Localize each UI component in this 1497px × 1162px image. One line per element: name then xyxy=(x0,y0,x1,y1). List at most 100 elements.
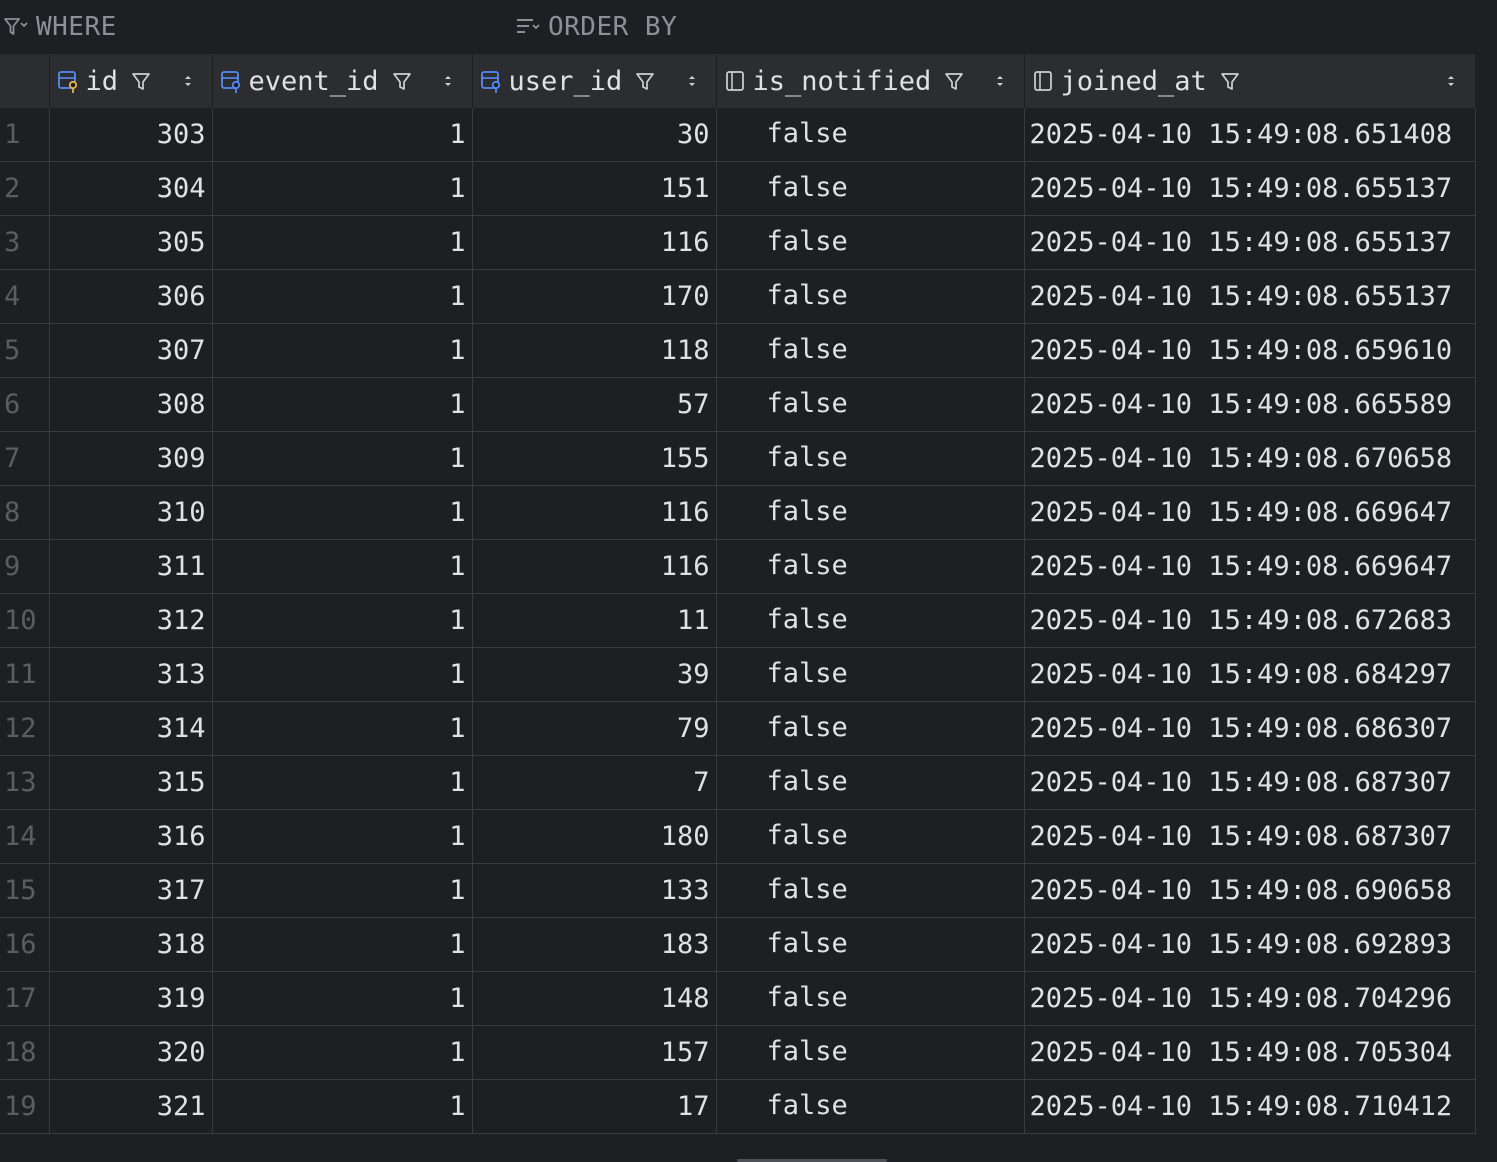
cell-is-notified[interactable]: false xyxy=(716,161,1025,216)
column-filter-icon[interactable] xyxy=(130,70,152,92)
table-row[interactable]: 8 310 1 116 false 2025-04-10 15:49:08.66… xyxy=(0,485,1476,540)
cell-event-id[interactable]: 1 xyxy=(212,809,473,864)
order-by-filter[interactable]: ORDER BY xyxy=(514,10,677,44)
table-row[interactable]: 12 314 1 79 false 2025-04-10 15:49:08.68… xyxy=(0,701,1476,756)
sort-toggle-icon[interactable] xyxy=(994,71,1006,91)
cell-event-id[interactable]: 1 xyxy=(212,971,473,1026)
cell-event-id[interactable]: 1 xyxy=(212,108,473,162)
cell-event-id[interactable]: 1 xyxy=(212,593,473,648)
cell-is-notified[interactable]: false xyxy=(716,539,1025,594)
cell-joined-at[interactable]: 2025-04-10 15:49:08.655137 xyxy=(1024,269,1476,324)
column-header-user-id[interactable]: user_id xyxy=(472,54,717,108)
cell-user-id[interactable]: 157 xyxy=(472,1025,717,1080)
cell-joined-at[interactable]: 2025-04-10 15:49:08.669647 xyxy=(1024,539,1476,594)
cell-id[interactable]: 314 xyxy=(49,701,213,756)
cell-is-notified[interactable]: false xyxy=(716,215,1025,270)
cell-id[interactable]: 317 xyxy=(49,863,213,918)
column-header-event-id[interactable]: event_id xyxy=(212,54,473,108)
cell-event-id[interactable]: 1 xyxy=(212,1025,473,1080)
cell-joined-at[interactable]: 2025-04-10 15:49:08.705304 xyxy=(1024,1025,1476,1080)
cell-event-id[interactable]: 1 xyxy=(212,917,473,972)
cell-user-id[interactable]: 151 xyxy=(472,161,717,216)
cell-joined-at[interactable]: 2025-04-10 15:49:08.672683 xyxy=(1024,593,1476,648)
cell-user-id[interactable]: 116 xyxy=(472,539,717,594)
cell-event-id[interactable]: 1 xyxy=(212,863,473,918)
table-row[interactable]: 19 321 1 17 false 2025-04-10 15:49:08.71… xyxy=(0,1079,1476,1134)
cell-is-notified[interactable]: false xyxy=(716,323,1025,378)
cell-id[interactable]: 313 xyxy=(49,647,213,702)
cell-is-notified[interactable]: false xyxy=(716,647,1025,702)
cell-event-id[interactable]: 1 xyxy=(212,647,473,702)
cell-user-id[interactable]: 183 xyxy=(472,917,717,972)
column-filter-icon[interactable] xyxy=(634,70,656,92)
cell-joined-at[interactable]: 2025-04-10 15:49:08.684297 xyxy=(1024,647,1476,702)
table-row[interactable]: 14 316 1 180 false 2025-04-10 15:49:08.6… xyxy=(0,809,1476,864)
cell-user-id[interactable]: 11 xyxy=(472,593,717,648)
cell-user-id[interactable]: 17 xyxy=(472,1079,717,1134)
cell-user-id[interactable]: 116 xyxy=(472,485,717,540)
cell-id[interactable]: 318 xyxy=(49,917,213,972)
cell-user-id[interactable]: 7 xyxy=(472,755,717,810)
cell-id[interactable]: 319 xyxy=(49,971,213,1026)
cell-is-notified[interactable]: false xyxy=(716,701,1025,756)
where-filter[interactable]: WHERE xyxy=(2,10,117,44)
table-row[interactable]: 9 311 1 116 false 2025-04-10 15:49:08.66… xyxy=(0,539,1476,594)
cell-id[interactable]: 320 xyxy=(49,1025,213,1080)
column-filter-icon[interactable] xyxy=(1219,70,1241,92)
cell-event-id[interactable]: 1 xyxy=(212,431,473,486)
cell-user-id[interactable]: 39 xyxy=(472,647,717,702)
cell-user-id[interactable]: 155 xyxy=(472,431,717,486)
cell-event-id[interactable]: 1 xyxy=(212,323,473,378)
cell-id[interactable]: 311 xyxy=(49,539,213,594)
cell-is-notified[interactable]: false xyxy=(716,485,1025,540)
table-row[interactable]: 3 305 1 116 false 2025-04-10 15:49:08.65… xyxy=(0,215,1476,270)
sort-toggle-icon[interactable] xyxy=(442,71,454,91)
cell-is-notified[interactable]: false xyxy=(716,593,1025,648)
cell-id[interactable]: 321 xyxy=(49,1079,213,1134)
table-row[interactable]: 13 315 1 7 false 2025-04-10 15:49:08.687… xyxy=(0,755,1476,810)
cell-id[interactable]: 309 xyxy=(49,431,213,486)
cell-id[interactable]: 312 xyxy=(49,593,213,648)
cell-id[interactable]: 304 xyxy=(49,161,213,216)
cell-is-notified[interactable]: false xyxy=(716,377,1025,432)
cell-event-id[interactable]: 1 xyxy=(212,539,473,594)
cell-joined-at[interactable]: 2025-04-10 15:49:08.651408 xyxy=(1024,108,1476,162)
cell-joined-at[interactable]: 2025-04-10 15:49:08.655137 xyxy=(1024,215,1476,270)
cell-is-notified[interactable]: false xyxy=(716,809,1025,864)
cell-is-notified[interactable]: false xyxy=(716,108,1025,162)
cell-user-id[interactable]: 79 xyxy=(472,701,717,756)
table-row[interactable]: 1 303 1 30 false 2025-04-10 15:49:08.651… xyxy=(0,108,1476,162)
cell-user-id[interactable]: 133 xyxy=(472,863,717,918)
cell-joined-at[interactable]: 2025-04-10 15:49:08.687307 xyxy=(1024,809,1476,864)
column-header-id[interactable]: id xyxy=(49,54,213,108)
cell-user-id[interactable]: 180 xyxy=(472,809,717,864)
table-row[interactable]: 6 308 1 57 false 2025-04-10 15:49:08.665… xyxy=(0,377,1476,432)
cell-is-notified[interactable]: false xyxy=(716,1079,1025,1134)
cell-id[interactable]: 307 xyxy=(49,323,213,378)
table-row[interactable]: 10 312 1 11 false 2025-04-10 15:49:08.67… xyxy=(0,593,1476,648)
cell-id[interactable]: 316 xyxy=(49,809,213,864)
cell-user-id[interactable]: 30 xyxy=(472,108,717,162)
cell-event-id[interactable]: 1 xyxy=(212,755,473,810)
cell-event-id[interactable]: 1 xyxy=(212,269,473,324)
table-row[interactable]: 18 320 1 157 false 2025-04-10 15:49:08.7… xyxy=(0,1025,1476,1080)
cell-event-id[interactable]: 1 xyxy=(212,701,473,756)
cell-joined-at[interactable]: 2025-04-10 15:49:08.687307 xyxy=(1024,755,1476,810)
cell-is-notified[interactable]: false xyxy=(716,755,1025,810)
cell-joined-at[interactable]: 2025-04-10 15:49:08.692893 xyxy=(1024,917,1476,972)
sort-toggle-icon[interactable] xyxy=(182,71,194,91)
cell-joined-at[interactable]: 2025-04-10 15:49:08.670658 xyxy=(1024,431,1476,486)
table-row[interactable]: 17 319 1 148 false 2025-04-10 15:49:08.7… xyxy=(0,971,1476,1026)
cell-event-id[interactable]: 1 xyxy=(212,161,473,216)
cell-id[interactable]: 310 xyxy=(49,485,213,540)
cell-user-id[interactable]: 57 xyxy=(472,377,717,432)
column-header-is-notified[interactable]: is_notified xyxy=(716,54,1025,108)
cell-user-id[interactable]: 148 xyxy=(472,971,717,1026)
sort-toggle-icon[interactable] xyxy=(1445,71,1457,91)
cell-user-id[interactable]: 170 xyxy=(472,269,717,324)
cell-is-notified[interactable]: false xyxy=(716,863,1025,918)
cell-is-notified[interactable]: false xyxy=(716,1025,1025,1080)
cell-user-id[interactable]: 116 xyxy=(472,215,717,270)
cell-is-notified[interactable]: false xyxy=(716,917,1025,972)
cell-id[interactable]: 303 xyxy=(49,108,213,162)
